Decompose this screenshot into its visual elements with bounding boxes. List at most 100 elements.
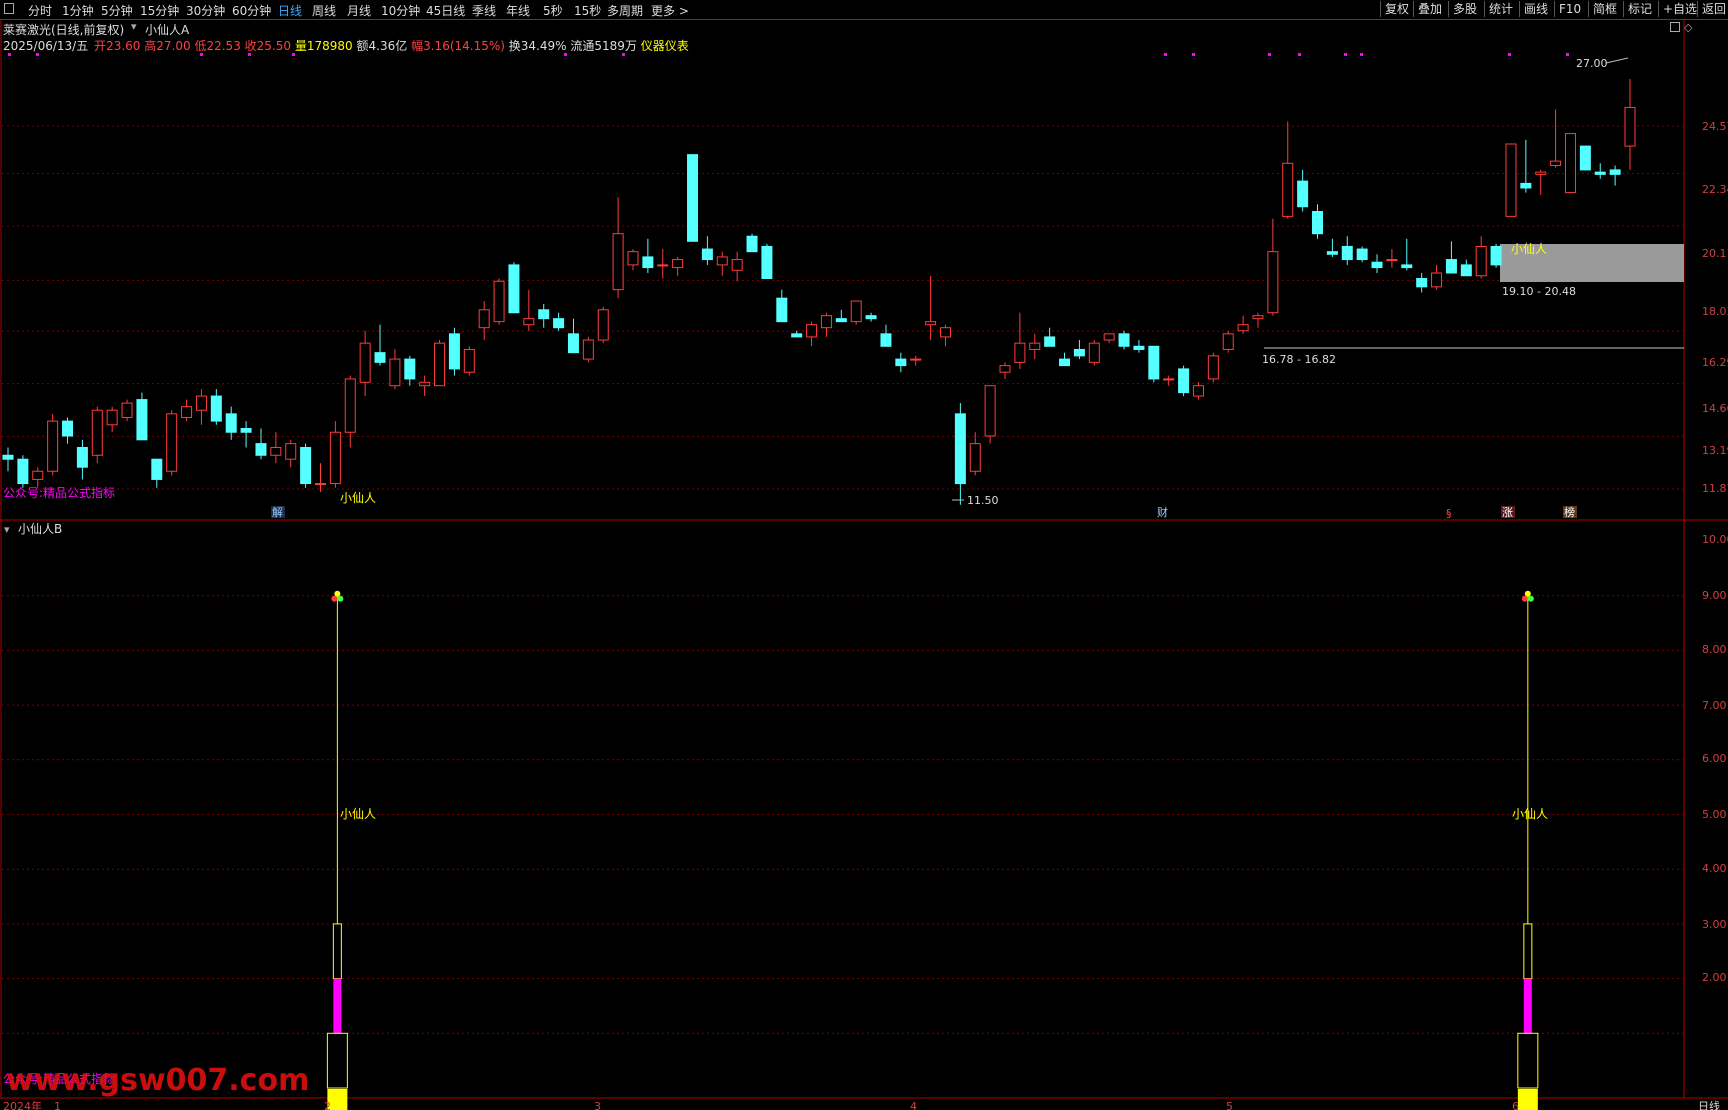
candle-down — [225, 413, 237, 433]
window-icon[interactable] — [1670, 22, 1680, 32]
signal-bar-segment — [1523, 923, 1533, 980]
volume-label: 量 — [294, 39, 307, 53]
kline-chart[interactable]: 27.00 11.50 19.10 - 20.48 16.78 - 16.82 … — [0, 0, 1728, 1110]
y-tick-main: 16.29 — [1702, 356, 1728, 369]
btn-draw[interactable]: 画线 — [1519, 1, 1552, 17]
candle-up — [389, 358, 401, 387]
candle-down — [1594, 171, 1606, 175]
candle-up — [627, 251, 639, 266]
candle-down — [374, 352, 386, 363]
candle-down — [687, 154, 699, 242]
tab-more[interactable]: 更多 > — [651, 2, 689, 19]
candle-down — [2, 454, 14, 460]
event-mark-s[interactable]: § — [1446, 507, 1452, 520]
tab-weekly[interactable]: 周线 — [312, 2, 336, 19]
industry-label[interactable]: 仪器仪表 — [641, 39, 689, 53]
candle-down — [210, 395, 222, 422]
candle-down — [642, 256, 654, 269]
candle-up — [359, 342, 371, 383]
candle-up — [1014, 342, 1026, 363]
signal-dot — [1508, 53, 1511, 56]
collapse-icon-sub[interactable]: ▾ — [4, 523, 10, 536]
float-value: 5189万 — [594, 39, 637, 53]
tab-fenshi[interactable]: 分时 — [28, 2, 52, 19]
tab-monthly[interactable]: 月线 — [347, 2, 371, 19]
event-mark-bang[interactable]: 榜 — [1564, 505, 1575, 519]
panel-toggle-icon[interactable] — [4, 3, 14, 14]
x-year-label: 2024年 — [3, 1099, 42, 1110]
btn-stats[interactable]: 统计 — [1484, 1, 1517, 17]
tab-5min[interactable]: 5分钟 — [101, 2, 133, 19]
candle-down — [1401, 264, 1413, 269]
tab-10min[interactable]: 10分钟 — [381, 2, 420, 19]
candle-up — [1088, 342, 1100, 363]
event-mark-zhang[interactable]: 涨 — [1502, 506, 1513, 519]
tab-daily[interactable]: 日线 — [278, 2, 302, 19]
y-tick-main: 22.34 — [1702, 183, 1728, 196]
candle-down — [835, 318, 847, 323]
candle-down — [1609, 169, 1621, 175]
candle-down — [865, 315, 877, 320]
y-tick-main: 20.11 — [1702, 247, 1728, 260]
tab-15sec[interactable]: 15秒 — [574, 2, 601, 19]
low-label: 低 — [194, 39, 207, 53]
candle-up — [597, 309, 609, 341]
indicator-a-name[interactable]: 小仙人A — [145, 21, 189, 38]
candle-up — [121, 402, 133, 418]
tab-multi-period[interactable]: 多周期 — [607, 2, 643, 19]
candle-up — [285, 443, 297, 460]
candle-up — [91, 409, 103, 456]
btn-multi-stock[interactable]: 多股 — [1448, 1, 1481, 17]
low-marker: 11.50 — [967, 494, 999, 507]
candle-down — [136, 399, 148, 441]
flower-icon — [331, 595, 338, 602]
candle-up — [731, 259, 743, 271]
btn-f10[interactable]: F10 — [1554, 1, 1585, 17]
btn-fuquan[interactable]: 复权 — [1380, 1, 1413, 17]
tab-yearly[interactable]: 年线 — [506, 2, 530, 19]
turnover-value: 34.49% — [520, 39, 567, 53]
tab-30min[interactable]: 30分钟 — [186, 2, 225, 19]
signal-dot — [1566, 53, 1569, 56]
y-tick-sub: 3.00 — [1702, 918, 1727, 931]
event-mark-box — [271, 506, 285, 518]
candle-down — [1416, 277, 1428, 288]
candle-down — [895, 358, 907, 367]
indicator-b-name[interactable]: 小仙人B — [18, 522, 62, 536]
btn-back[interactable]: 返回 — [1697, 1, 1728, 17]
tab-quarterly[interactable]: 季线 — [472, 2, 496, 19]
tab-15min[interactable]: 15分钟 — [140, 2, 179, 19]
candles — [2, 78, 1636, 505]
candle-down — [1044, 336, 1056, 347]
y-tick-sub: 6.00 — [1702, 752, 1727, 765]
watermark-main: 公众号:精品公式指标 — [3, 485, 115, 500]
candle-up — [582, 339, 594, 360]
signal-bar-base — [1517, 1089, 1538, 1110]
tab-45day[interactable]: 45日线 — [426, 2, 465, 19]
diamond-icon[interactable]: ◇ — [1684, 21, 1692, 34]
tab-1min[interactable]: 1分钟 — [62, 2, 94, 19]
tab-5sec[interactable]: 5秒 — [543, 2, 563, 19]
tab-60min[interactable]: 60分钟 — [232, 2, 271, 19]
btn-simple-frame[interactable]: 简框 — [1588, 1, 1621, 17]
candle-down — [880, 333, 892, 347]
y-tick-sub: 9.00 — [1702, 589, 1727, 602]
event-mark-jie[interactable]: 解 — [272, 505, 283, 519]
high-label: 高 — [144, 39, 157, 53]
btn-overlay[interactable]: 叠加 — [1413, 1, 1446, 17]
candle-down — [1059, 358, 1071, 367]
y-tick-sub: 2.00 — [1702, 971, 1727, 984]
signal-label-main: 小仙人 — [340, 491, 376, 505]
candle-down — [448, 333, 460, 370]
candle-up — [672, 259, 684, 269]
btn-mark[interactable]: 标记 — [1623, 1, 1656, 17]
float-label: 流通 — [570, 39, 595, 53]
candle-down — [1579, 145, 1591, 171]
btn-add-watchlist[interactable]: +自选 — [1658, 1, 1701, 17]
candle-up — [1237, 324, 1249, 332]
collapse-icon[interactable]: ▾ — [131, 20, 137, 33]
candle-down — [1445, 259, 1457, 274]
event-mark-cai[interactable]: 财 — [1157, 505, 1168, 519]
candle-up — [1207, 355, 1219, 380]
candle-up — [270, 446, 282, 456]
